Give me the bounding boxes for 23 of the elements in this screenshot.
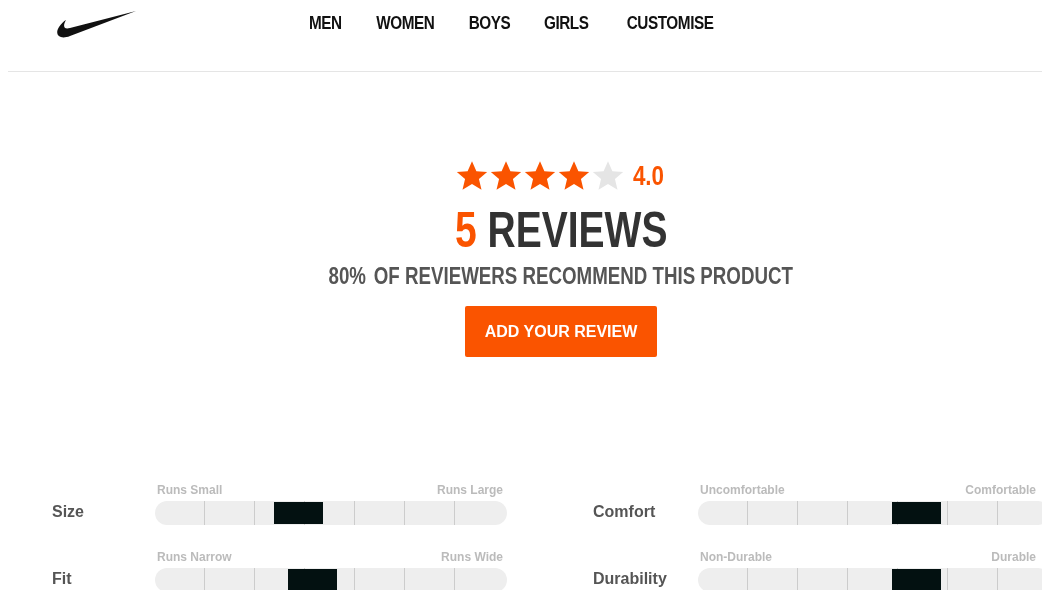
scale-low-label: Non-Durable xyxy=(700,550,772,564)
scale-high-label: Comfortable xyxy=(965,483,1036,497)
reviews-heading: REVIEWS xyxy=(487,201,668,260)
scale-high-label: Runs Large xyxy=(437,483,503,497)
scale-low-label: Uncomfortable xyxy=(700,483,785,497)
scale-low-label: Runs Narrow xyxy=(157,550,232,564)
rating-label: Size xyxy=(51,503,85,522)
nav-link[interactable]: CUSTOMISE xyxy=(626,13,714,34)
review-count: 5 xyxy=(454,201,477,260)
nav-link[interactable]: BOYS xyxy=(468,13,511,34)
rating-label: Comfort xyxy=(592,503,657,522)
recommend-percent: 80% xyxy=(328,262,367,290)
recommend-text: OF REVIEWERS RECOMMEND THIS PRODUCT xyxy=(374,262,794,290)
scale-low-label: Runs Small xyxy=(157,483,223,497)
rating-label: Fit xyxy=(51,570,73,589)
swoosh-logo[interactable] xyxy=(56,8,136,39)
rating-label: Durability xyxy=(592,570,668,589)
rating-value: 4.0 xyxy=(632,160,664,192)
nav-link[interactable]: MEN xyxy=(308,13,342,34)
scale-high-label: Runs Wide xyxy=(441,550,503,564)
nav-link[interactable]: WOMEN xyxy=(375,13,434,34)
nav-link[interactable]: GIRLS xyxy=(543,13,589,34)
scale-high-label: Durable xyxy=(991,550,1036,564)
